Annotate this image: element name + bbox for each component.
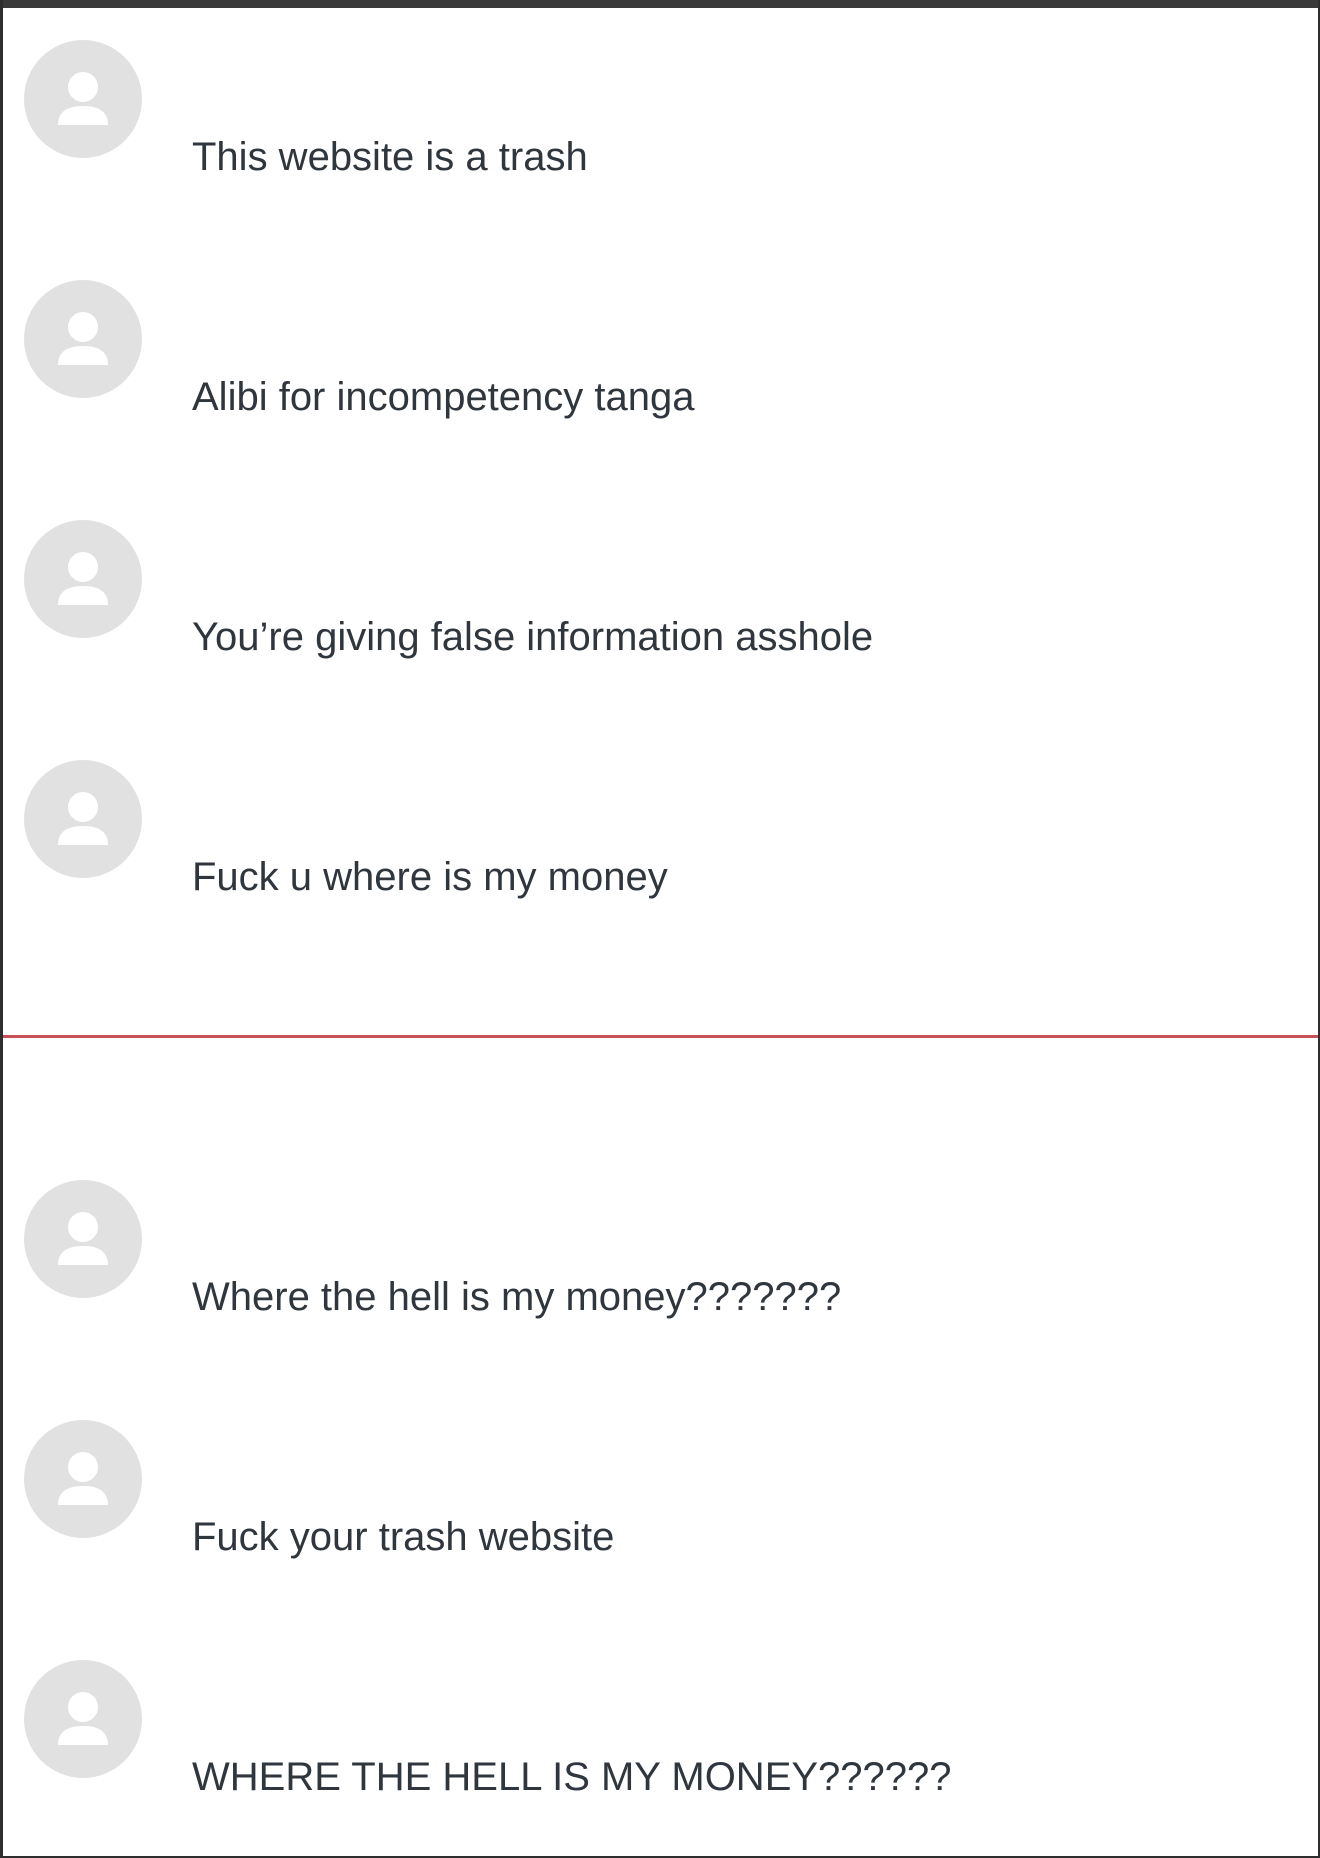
comment-item: Fuck u where is my money	[3, 728, 1318, 968]
comment-item: This website is a trash	[3, 8, 1318, 248]
comments-window: This website is a trash Alibi for incomp…	[0, 0, 1320, 1858]
comment-text: WHERE THE HELL IS MY MONEY??????	[192, 1755, 952, 1799]
comment-text: Alibi for incompetency tanga	[192, 375, 695, 419]
user-avatar-icon[interactable]	[24, 1180, 142, 1298]
user-avatar-icon[interactable]	[24, 520, 142, 638]
user-avatar-icon[interactable]	[24, 1420, 142, 1538]
user-avatar-icon[interactable]	[24, 760, 142, 878]
comment-list-top: This website is a trash Alibi for incomp…	[3, 8, 1318, 968]
user-avatar-icon[interactable]	[24, 280, 142, 398]
comment-item: You’re giving false information asshole	[3, 488, 1318, 728]
comment-text: This website is a trash	[192, 135, 588, 179]
window-top-bar	[3, 0, 1318, 8]
comment-text: You’re giving false information asshole	[192, 615, 874, 659]
comment-item: Alibi for incompetency tanga	[3, 248, 1318, 488]
comment-item: Where the hell is my money???????	[3, 1148, 1318, 1388]
comment-item: Fuck your trash website	[3, 1388, 1318, 1628]
user-avatar-icon[interactable]	[24, 40, 142, 158]
comment-text: Fuck your trash website	[192, 1515, 615, 1559]
comment-text: Fuck u where is my money	[192, 855, 668, 899]
user-avatar-icon[interactable]	[24, 1660, 142, 1778]
comment-text: Where the hell is my money???????	[192, 1275, 842, 1319]
unread-divider	[3, 1035, 1318, 1038]
comment-item: WHERE THE HELL IS MY MONEY??????	[3, 1628, 1318, 1858]
comment-list-bottom: Where the hell is my money??????? Fuck y…	[3, 1148, 1318, 1858]
